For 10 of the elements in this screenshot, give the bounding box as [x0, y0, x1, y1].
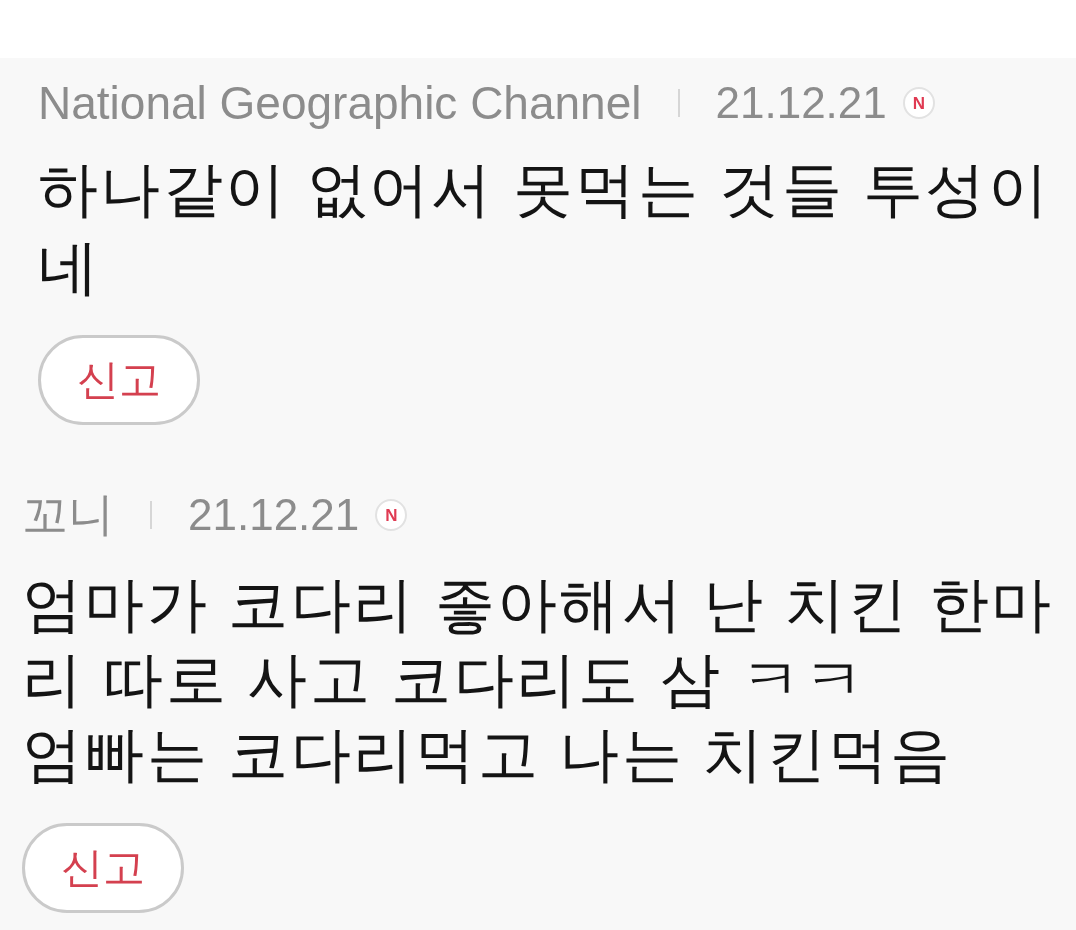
comment-text: 엄마가 코다리 좋아해서 난 치킨 한마리 따로 사고 코다리도 삼 ㅋㅋ 엄빠는 코다리먹고 나는 치킨먹음: [22, 570, 1055, 790]
report-button[interactable]: 신고: [38, 335, 200, 425]
new-badge: N: [902, 87, 935, 119]
comment-author: National Geographic Channel: [38, 76, 642, 130]
new-badge: N: [375, 499, 408, 531]
comment-author: 꼬니: [22, 487, 114, 542]
comment-date: 21.12.21: [188, 490, 360, 540]
comment-date: 21.12.21: [715, 78, 887, 128]
comment-text: 하나같이 없어서 못먹는 것들 투성이네: [38, 155, 1052, 303]
report-button[interactable]: 신고: [22, 823, 184, 913]
